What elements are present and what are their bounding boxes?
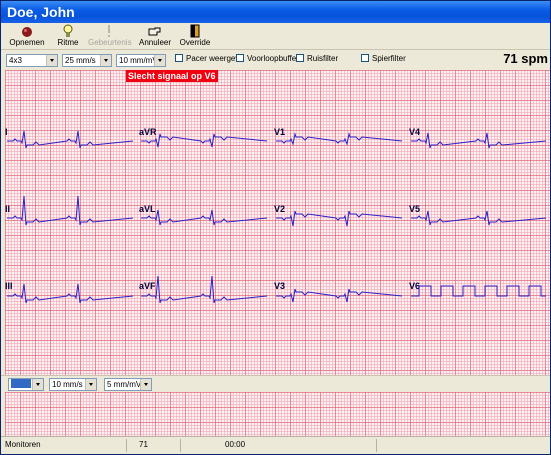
chevron-down-icon[interactable] bbox=[32, 379, 43, 390]
ecg-lead-trace bbox=[7, 195, 134, 226]
rhythm-speed-select[interactable]: 10 mm/s bbox=[49, 378, 97, 391]
status-mode: Monitoren bbox=[3, 439, 127, 452]
ecg-window: Doe, John Opnemen Ritme Gebeurtenis Annu… bbox=[0, 0, 551, 455]
ecg-lead-trace bbox=[411, 132, 547, 149]
status-time: 00:00 bbox=[223, 439, 377, 452]
rhythm-gain-select[interactable]: 5 mm/mV bbox=[104, 378, 152, 391]
ecg-lead-trace bbox=[141, 209, 268, 226]
ecg-lead-trace bbox=[276, 132, 403, 146]
ecg-v6-trace bbox=[411, 285, 546, 297]
status-extra bbox=[377, 439, 549, 452]
chevron-down-icon[interactable] bbox=[140, 379, 151, 390]
rhythm-lead-value bbox=[11, 379, 31, 388]
ecg-lead-trace bbox=[7, 283, 134, 304]
rhythm-lead-select[interactable] bbox=[8, 378, 44, 391]
ecg-lead-trace bbox=[141, 133, 268, 148]
ecg-lead-trace bbox=[276, 288, 403, 303]
ecg-lead-trace bbox=[411, 210, 547, 226]
status-rate: 71 bbox=[137, 439, 181, 452]
ecg-lead-trace bbox=[7, 130, 134, 149]
status-bar: Monitoren 71 00:00 bbox=[1, 436, 550, 454]
chevron-down-icon[interactable] bbox=[85, 379, 96, 390]
rhythm-gain-value: 5 mm/mV bbox=[107, 380, 142, 389]
rhythm-strip bbox=[5, 392, 550, 436]
rhythm-speed-value: 10 mm/s bbox=[52, 380, 83, 389]
ecg-lead-trace bbox=[276, 210, 403, 227]
ecg-lead-trace bbox=[141, 275, 268, 304]
